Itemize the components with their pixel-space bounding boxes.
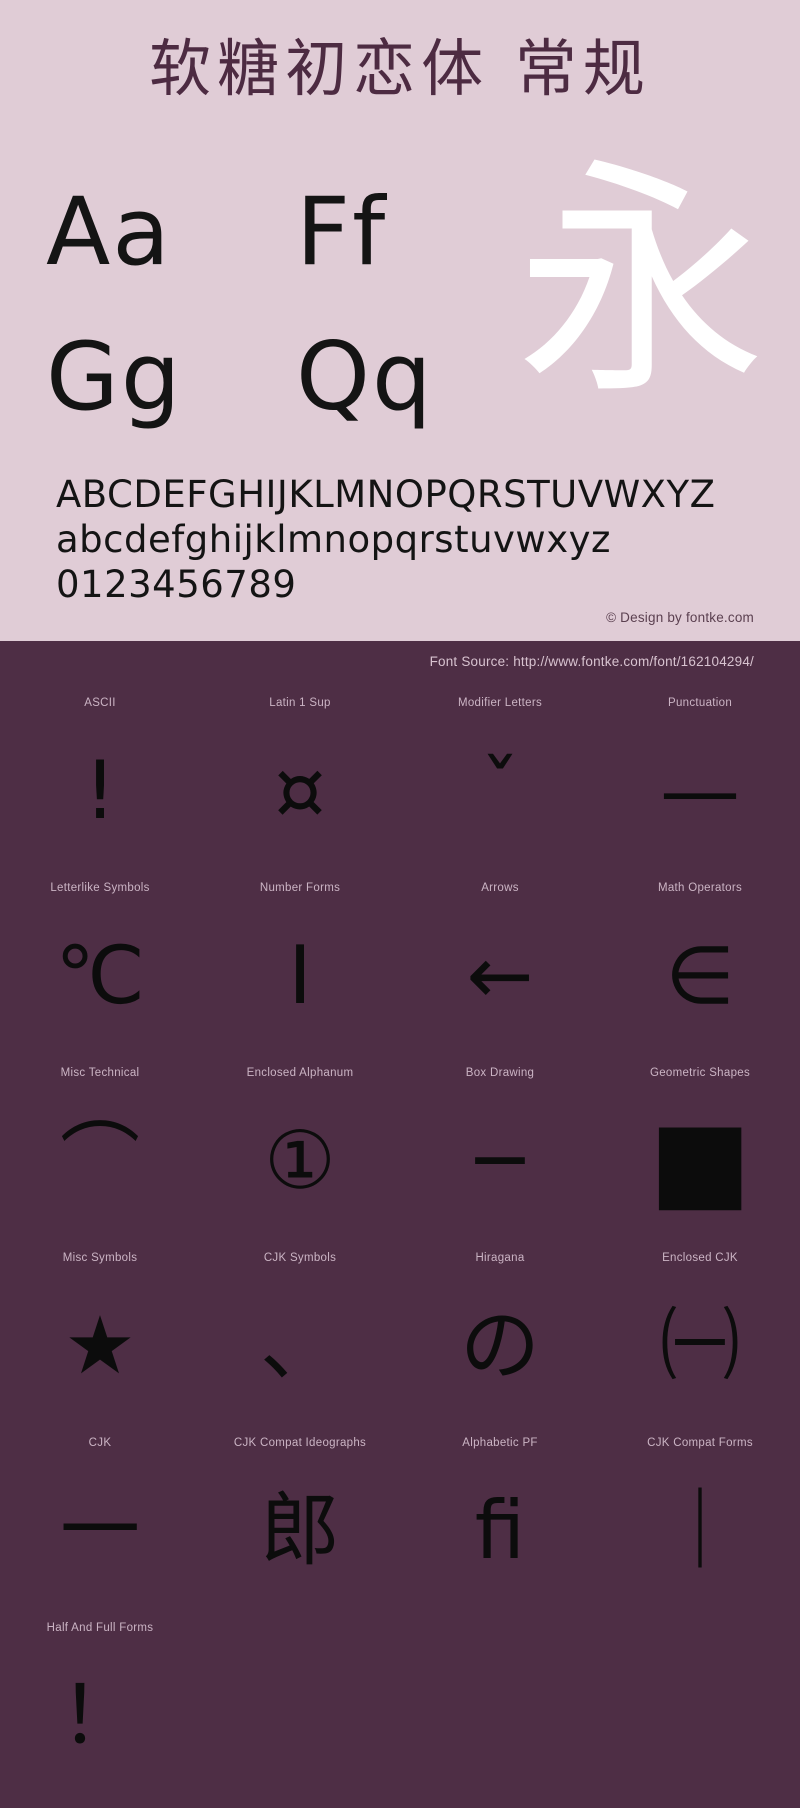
unicode-block-sample-glyph: 郎 [260, 1483, 340, 1577]
unicode-block-grid: ASCII! Latin 1 Sup ¤ Modifier Letters ˇ Punct… [0, 693, 800, 1803]
unicode-block-sample-glyph: ─ [475, 1113, 525, 1207]
unicode-block-cell[interactable]: Enclosed CJK ㈠ [600, 1248, 800, 1433]
unicode-block-sample-glyph: — [660, 743, 740, 837]
font-specimen-panel: 软糖初恋体 常规 Aa Ff Gg Qq 永 ABCDEFGHIJKLMNOPQ… [0, 0, 800, 641]
unicode-block-sample-glyph: 一 [60, 1483, 140, 1577]
unicode-block-cell[interactable]: Number Forms Ⅰ [200, 878, 400, 1063]
unicode-block-label: Half And Full Forms [46, 1622, 154, 1634]
unicode-block-label: CJK Compat Forms [647, 1437, 753, 1449]
unicode-block-cell[interactable]: CJK Symbols 、 [200, 1248, 400, 1433]
unicode-block-label: Number Forms [259, 882, 341, 894]
unicode-blocks-panel: Font Source: http://www.fontke.com/font/… [0, 641, 800, 1808]
letter-pair-ff: Ff [296, 177, 388, 287]
unicode-block-label: Hiragana [475, 1252, 525, 1264]
unicode-block-label: Modifier Letters [457, 697, 543, 709]
digits-line: 0123456789 [56, 563, 297, 607]
unicode-block-sample-glyph: の [460, 1298, 540, 1392]
font-title: 软糖初恋体 常规 [149, 32, 651, 105]
unicode-block-cell[interactable]: ASCII! [0, 693, 200, 878]
unicode-block-sample-glyph: ! [83, 743, 117, 837]
unicode-block-cell[interactable]: CJK 一 [0, 1433, 200, 1618]
letter-pair-qq: Qq [296, 322, 434, 432]
unicode-block-sample-glyph: Ⅰ [288, 928, 312, 1022]
unicode-block-sample-glyph: ！ [60, 1668, 140, 1762]
unicode-block-cell[interactable]: Punctuation — [600, 693, 800, 878]
unicode-block-cell[interactable]: Misc Symbols ★ [0, 1248, 200, 1433]
unicode-block-sample-glyph: ★ [64, 1298, 136, 1392]
unicode-block-label: Geometric Shapes [649, 1067, 751, 1079]
unicode-block-label: Punctuation [667, 697, 733, 709]
unicode-block-label: Enclosed Alphanum [246, 1067, 354, 1079]
unicode-block-cell[interactable]: Math Operators ∈ [600, 878, 800, 1063]
unicode-block-sample-glyph: ⌒ [60, 1113, 140, 1207]
unicode-block-label: CJK [88, 1437, 112, 1449]
unicode-block-label: Arrows [481, 882, 519, 894]
letter-pair-gg: Gg [46, 322, 183, 432]
unicode-block-cell[interactable]: Enclosed Alphanum ① [200, 1063, 400, 1248]
letter-pair-grid: Aa Ff Gg Qq [46, 160, 516, 450]
unicode-block-cell[interactable]: Alphabetic PF ﬁ [400, 1433, 600, 1618]
unicode-block-cell[interactable]: Arrows ← [400, 878, 600, 1063]
unicode-block-sample-glyph: ← [466, 928, 534, 1022]
unicode-block-cell[interactable]: Half And Full Forms ！ [0, 1618, 200, 1803]
unicode-block-sample-glyph: ℃ [55, 928, 145, 1022]
letter-pair-aa: Aa [46, 177, 172, 287]
unicode-block-sample-glyph: ﬁ [474, 1483, 526, 1577]
unicode-block-sample-glyph: ■ [648, 1097, 752, 1223]
unicode-block-sample-glyph: ｜ [660, 1483, 740, 1577]
unicode-block-cell[interactable]: Geometric Shapes ■ [600, 1063, 800, 1248]
unicode-block-cell[interactable]: Misc Technical ⌒ [0, 1063, 200, 1248]
unicode-block-cell[interactable]: Modifier Letters ˇ [400, 693, 600, 878]
alphabet-block: ABCDEFGHIJKLMNOPQRSTUVWXYZ abcdefghijklm… [56, 472, 756, 607]
unicode-block-sample-glyph: 、 [260, 1298, 340, 1392]
unicode-block-label: Box Drawing [465, 1067, 535, 1079]
unicode-block-label: CJK Compat Ideographs [233, 1437, 367, 1449]
unicode-block-label: CJK Symbols [263, 1252, 337, 1264]
hero-cjk-glyph: 永 [516, 137, 766, 428]
unicode-block-label: Enclosed CJK [662, 1252, 738, 1264]
font-source-link[interactable]: Font Source: http://www.fontke.com/font/… [430, 654, 754, 669]
alphabet-lowercase-line: abcdefghijklmnopqrstuvwxyz [56, 518, 611, 562]
unicode-block-sample-glyph: ∈ [665, 928, 735, 1022]
copyright-notice: © Design by fontke.com [606, 610, 754, 625]
unicode-block-cell[interactable]: Hiragana の [400, 1248, 600, 1433]
unicode-block-sample-glyph: ˇ [480, 743, 520, 837]
unicode-block-label: Misc Symbols [62, 1252, 138, 1264]
unicode-block-cell[interactable]: Box Drawing ─ [400, 1063, 600, 1248]
unicode-block-cell[interactable]: Letterlike Symbols ℃ [0, 878, 200, 1063]
glyph-showcase: Aa Ff Gg Qq 永 [0, 137, 800, 450]
unicode-block-label: Latin 1 Sup [269, 697, 331, 709]
alphabet-uppercase-line: ABCDEFGHIJKLMNOPQRSTUVWXYZ [56, 473, 716, 516]
unicode-block-cell[interactable]: CJK Compat Ideographs 郎 [200, 1433, 400, 1618]
unicode-block-label: ASCII [84, 697, 116, 709]
unicode-block-cell[interactable]: Latin 1 Sup ¤ [200, 693, 400, 878]
unicode-block-label: Alphabetic PF [462, 1437, 538, 1449]
unicode-block-cell[interactable]: CJK Compat Forms ｜ [600, 1433, 800, 1618]
unicode-block-label: Math Operators [657, 882, 743, 894]
unicode-block-label: Letterlike Symbols [50, 882, 150, 894]
unicode-block-label: Misc Technical [60, 1067, 140, 1079]
unicode-block-sample-glyph: ¤ [274, 743, 326, 837]
unicode-block-sample-glyph: ㈠ [660, 1298, 740, 1392]
unicode-block-sample-glyph: ① [264, 1113, 336, 1207]
